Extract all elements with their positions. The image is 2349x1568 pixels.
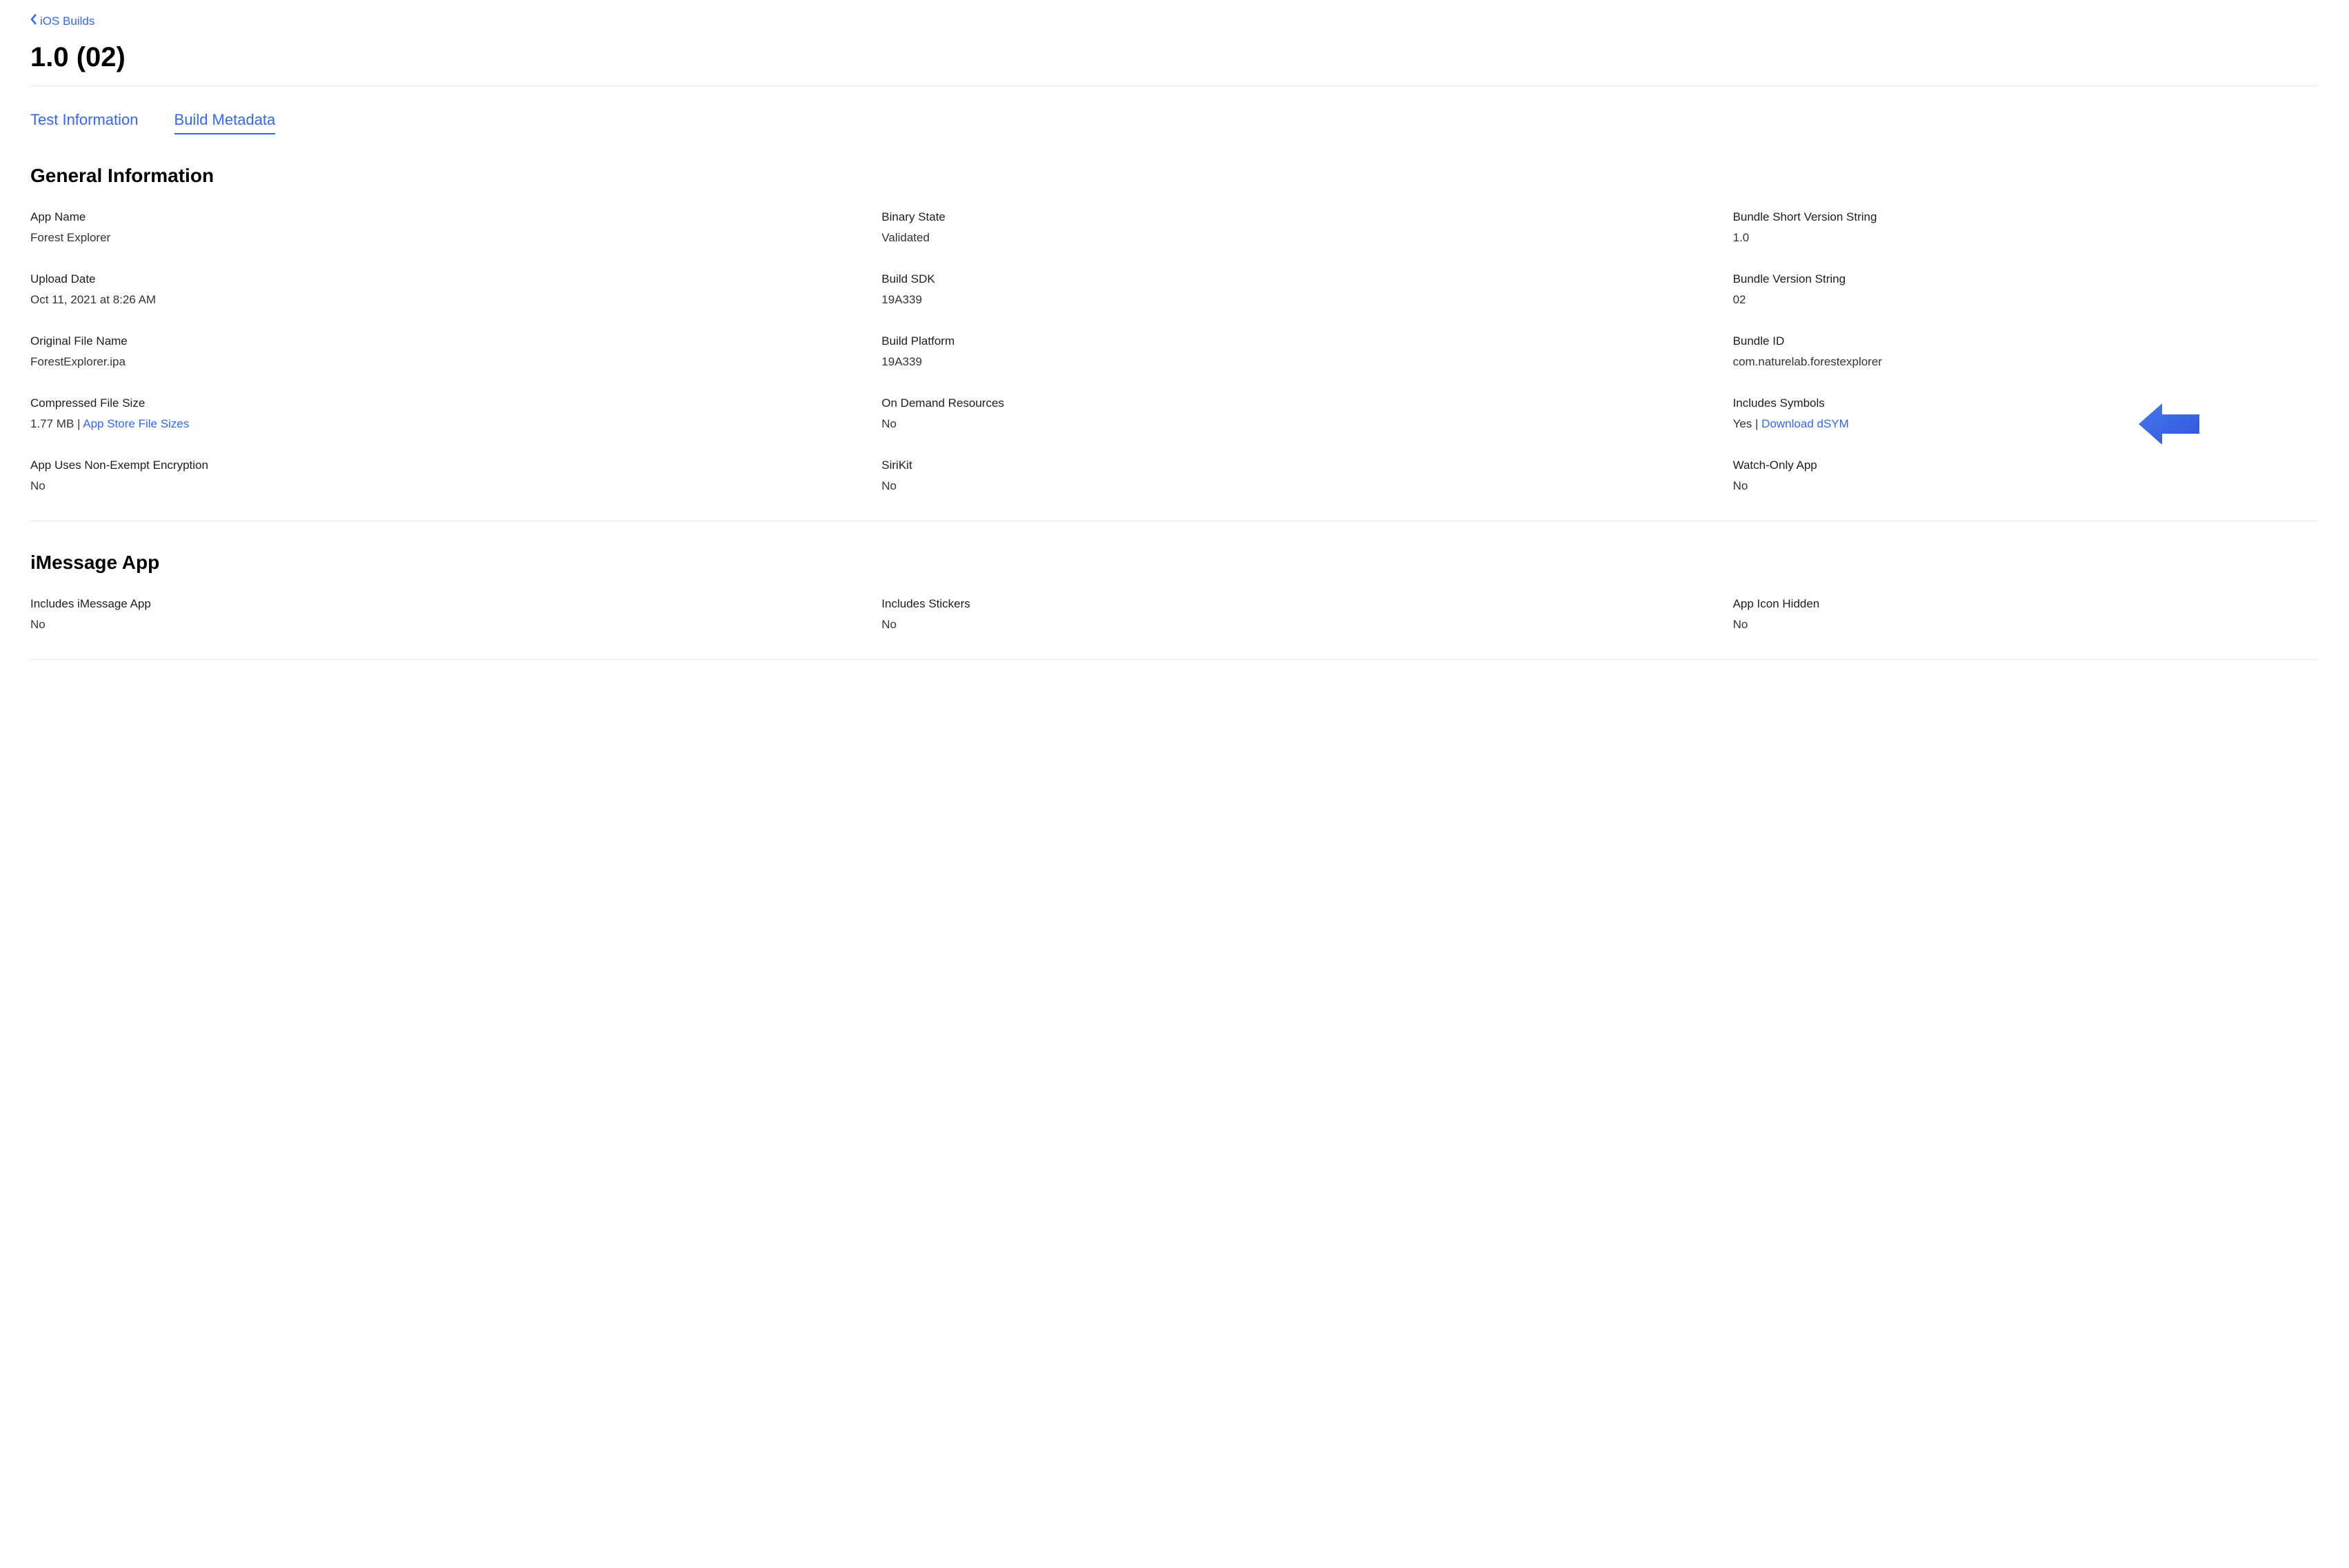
value: No	[881, 479, 1732, 493]
cell-app-name: App Name Forest Explorer	[30, 210, 881, 245]
row: App Uses Non-Exempt Encryption No SiriKi…	[30, 459, 2319, 493]
cell-bundle-short-version: Bundle Short Version String 1.0	[1733, 210, 2319, 245]
includes-symbols-value: Yes	[1733, 417, 1752, 430]
value: No	[1733, 479, 2319, 493]
label: Includes Symbols	[1733, 396, 2349, 410]
value: Forest Explorer	[30, 231, 881, 245]
label: Upload Date	[30, 272, 881, 286]
value: No	[881, 618, 1732, 632]
label: Build Platform	[881, 334, 1732, 348]
value: No	[881, 417, 1732, 431]
value: No	[30, 618, 881, 632]
value: com.naturelab.forestexplorer	[1733, 355, 2319, 369]
value: 1.0	[1733, 231, 2319, 245]
label: Compressed File Size	[30, 396, 881, 410]
row: App Name Forest Explorer Binary State Va…	[30, 210, 2319, 245]
separator: |	[1752, 417, 1761, 430]
tabs: Test Information Build Metadata	[30, 111, 2319, 134]
imessage-grid: Includes iMessage App No Includes Sticke…	[30, 597, 2319, 632]
chevron-left-icon	[30, 14, 37, 28]
value: Validated	[881, 231, 1732, 245]
label: Binary State	[881, 210, 1732, 224]
value: 19A339	[881, 293, 1732, 307]
label: Bundle Short Version String	[1733, 210, 2319, 224]
value: Oct 11, 2021 at 8:26 AM	[30, 293, 881, 307]
label: On Demand Resources	[881, 396, 1732, 410]
value: ForestExplorer.ipa	[30, 355, 881, 369]
cell-original-file-name: Original File Name ForestExplorer.ipa	[30, 334, 881, 369]
label: Watch-Only App	[1733, 459, 2319, 472]
cell-includes-stickers: Includes Stickers No	[881, 597, 1732, 632]
cell-on-demand-resources: On Demand Resources No	[881, 396, 1732, 431]
label: Includes iMessage App	[30, 597, 881, 611]
label: App Icon Hidden	[1733, 597, 2319, 611]
back-link[interactable]: iOS Builds	[30, 14, 94, 28]
label: Bundle Version String	[1733, 272, 2319, 286]
section-heading-general: General Information	[30, 165, 2319, 187]
file-size-value: 1.77 MB	[30, 417, 74, 430]
cell-encryption: App Uses Non-Exempt Encryption No	[30, 459, 881, 493]
page-title: 1.0 (02)	[30, 42, 2319, 73]
back-link-label: iOS Builds	[40, 14, 94, 28]
label: App Uses Non-Exempt Encryption	[30, 459, 881, 472]
cell-app-icon-hidden: App Icon Hidden No	[1733, 597, 2319, 632]
separator: |	[74, 417, 83, 430]
cell-build-sdk: Build SDK 19A339	[881, 272, 1732, 307]
label: App Name	[30, 210, 881, 224]
cell-bundle-id: Bundle ID com.naturelab.forestexplorer	[1733, 334, 2319, 369]
value: Yes | Download dSYM	[1733, 417, 2349, 431]
row: Includes iMessage App No Includes Sticke…	[30, 597, 2319, 632]
cell-includes-symbols: Includes Symbols Yes | Download dSYM	[1733, 396, 2349, 431]
cell-watch-only: Watch-Only App No	[1733, 459, 2319, 493]
row: Upload Date Oct 11, 2021 at 8:26 AM Buil…	[30, 272, 2319, 307]
tab-build-metadata[interactable]: Build Metadata	[174, 111, 276, 134]
section-heading-imessage: iMessage App	[30, 552, 2319, 574]
row: Original File Name ForestExplorer.ipa Bu…	[30, 334, 2319, 369]
cell-sirikit: SiriKit No	[881, 459, 1732, 493]
value: No	[30, 479, 881, 493]
cell-bundle-version-string: Bundle Version String 02	[1733, 272, 2319, 307]
cell-build-platform: Build Platform 19A339	[881, 334, 1732, 369]
row: Compressed File Size 1.77 MB | App Store…	[30, 396, 2319, 431]
cell-compressed-file-size: Compressed File Size 1.77 MB | App Store…	[30, 396, 881, 431]
general-grid: App Name Forest Explorer Binary State Va…	[30, 210, 2319, 493]
app-store-file-sizes-link[interactable]: App Store File Sizes	[83, 417, 189, 430]
value: 1.77 MB | App Store File Sizes	[30, 417, 881, 431]
download-dsym-link[interactable]: Download dSYM	[1761, 417, 1849, 430]
value: 19A339	[881, 355, 1732, 369]
label: Includes Stickers	[881, 597, 1732, 611]
cell-upload-date: Upload Date Oct 11, 2021 at 8:26 AM	[30, 272, 881, 307]
label: Build SDK	[881, 272, 1732, 286]
cell-binary-state: Binary State Validated	[881, 210, 1732, 245]
tab-test-information[interactable]: Test Information	[30, 111, 139, 134]
label: Original File Name	[30, 334, 881, 348]
value: 02	[1733, 293, 2319, 307]
section-divider	[30, 659, 2319, 660]
cell-includes-imessage-app: Includes iMessage App No	[30, 597, 881, 632]
label: Bundle ID	[1733, 334, 2319, 348]
label: SiriKit	[881, 459, 1732, 472]
value: No	[1733, 618, 2319, 632]
